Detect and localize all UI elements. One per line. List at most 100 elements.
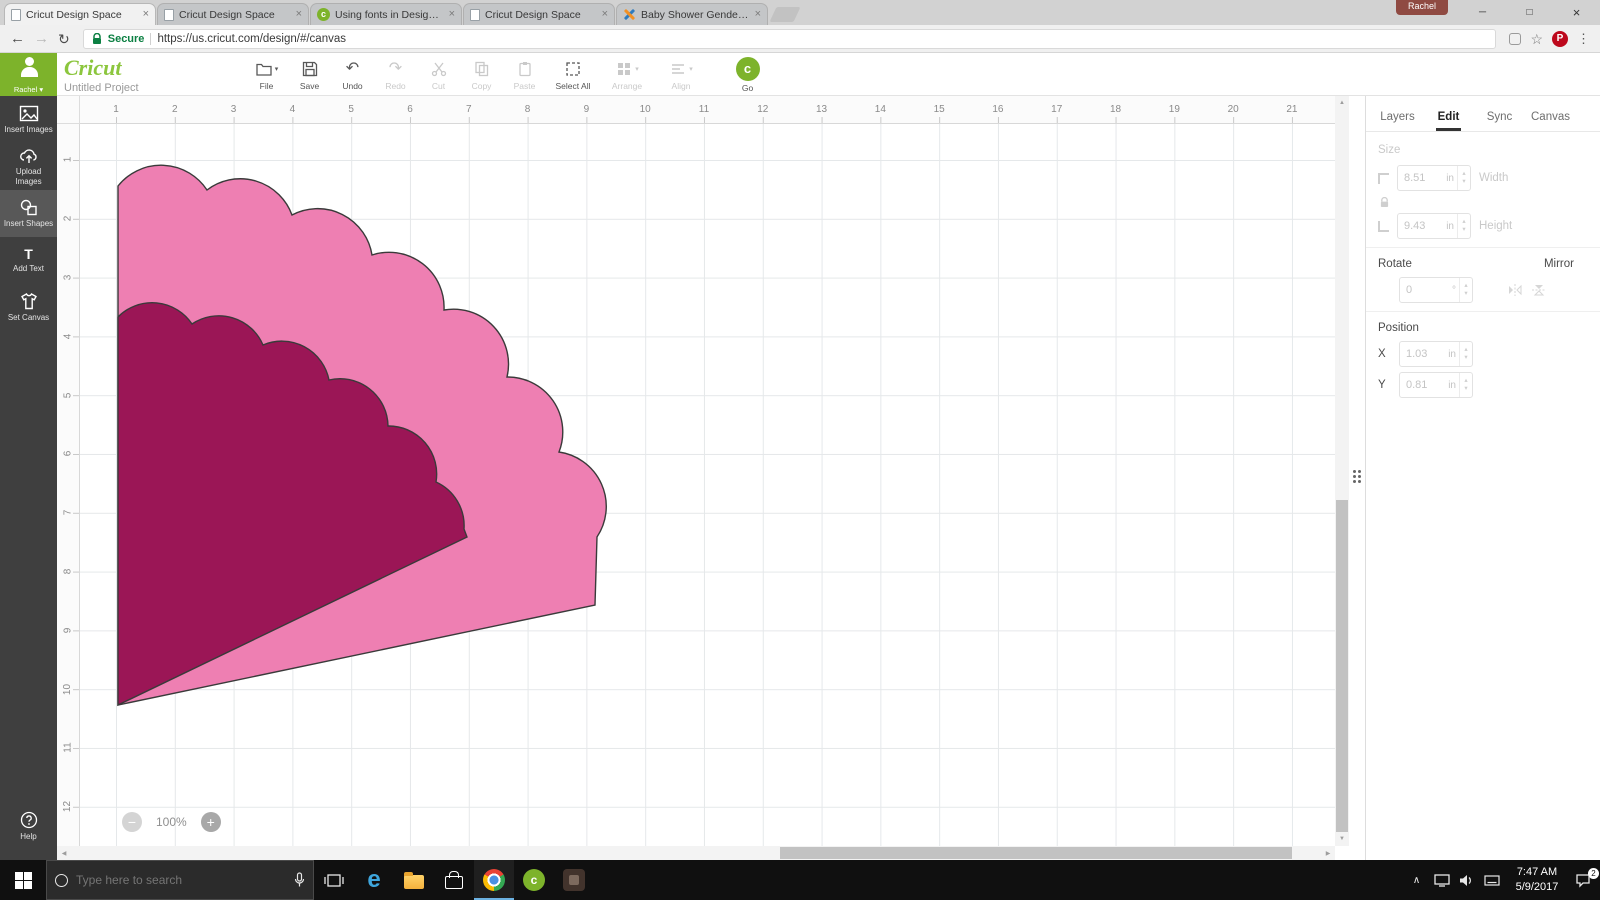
flip-vertical-icon[interactable]	[1531, 283, 1547, 297]
vertical-scrollbar[interactable]: ▲ ▼	[1335, 96, 1349, 846]
back-button[interactable]: ←	[10, 31, 25, 46]
volume-icon[interactable]	[1454, 860, 1479, 900]
file-button[interactable]: ▾ File	[245, 53, 288, 96]
tray-expand-icon[interactable]: ∧	[1404, 860, 1429, 900]
sidebar-item-help[interactable]: Help	[0, 803, 57, 850]
ruler-number: 16	[992, 104, 1004, 115]
sidebar-item-upload-images[interactable]: Upload Images	[0, 143, 57, 190]
forward-button[interactable]: →	[34, 31, 49, 46]
panel-resize-handle[interactable]	[1349, 96, 1365, 860]
aspect-lock[interactable]	[1380, 196, 1600, 208]
cut-button[interactable]: Cut	[417, 53, 460, 96]
rotate-input[interactable]: 0 ° ▴ ▾	[1399, 277, 1473, 303]
new-tab-button[interactable]	[769, 7, 801, 22]
zoom-out-button[interactable]: −	[122, 812, 142, 832]
caret-down-icon: ▾	[635, 65, 639, 73]
scroll-up-arrow[interactable]: ▲	[1335, 96, 1349, 110]
address-bar[interactable]: Secure https://us.cricut.com/design/#/ca…	[82, 28, 1497, 49]
store-icon[interactable]	[434, 860, 474, 900]
arrange-button[interactable]: ▾ Arrange	[600, 53, 654, 96]
tab-canvas[interactable]: Canvas	[1525, 96, 1576, 131]
tab-layers[interactable]: Layers	[1372, 96, 1423, 131]
taskbar-clock[interactable]: 7:47 AM 5/9/2017	[1504, 865, 1570, 895]
position-y-input[interactable]: 0.81 in ▴ ▾	[1399, 372, 1473, 398]
keyboard-icon[interactable]	[1479, 860, 1504, 900]
rotate-stepper[interactable]: ▴ ▾	[1459, 278, 1472, 302]
arrange-icon	[618, 62, 631, 75]
scroll-right-arrow[interactable]: ▶	[1321, 846, 1335, 860]
go-button[interactable]: c Go	[726, 53, 769, 96]
flip-horizontal-icon[interactable]	[1507, 283, 1523, 297]
tab-close-icon[interactable]: ×	[449, 9, 455, 20]
tab-close-icon[interactable]: ×	[296, 9, 302, 20]
app-icon[interactable]	[554, 860, 594, 900]
bookmark-star-icon[interactable]: ☆	[1530, 32, 1543, 46]
height-input[interactable]: 9.43 in ▴ ▾	[1397, 213, 1471, 239]
search-input[interactable]	[76, 873, 286, 887]
horizontal-scrollbar-thumb[interactable]	[780, 847, 1292, 859]
tab-title: Using fonts in Design Sp	[335, 8, 444, 21]
vertical-scrollbar-thumb[interactable]	[1336, 500, 1348, 832]
maximize-button[interactable]: □	[1506, 0, 1553, 25]
position-x-input[interactable]: 1.03 in ▴ ▾	[1399, 341, 1473, 367]
browser-tab-2[interactable]: Cricut Design Space ×	[157, 3, 309, 25]
security-label: Secure	[107, 32, 145, 45]
position-x-stepper[interactable]: ▴ ▾	[1459, 342, 1472, 366]
design-sidebar: Insert Images Upload Images Insert Shape…	[0, 96, 57, 860]
copy-button[interactable]: Copy	[460, 53, 503, 96]
chrome-icon[interactable]	[474, 860, 514, 900]
browser-tab-3[interactable]: c Using fonts in Design Sp ×	[310, 3, 462, 25]
tab-close-icon[interactable]: ×	[602, 9, 608, 20]
width-stepper[interactable]: ▴ ▾	[1457, 166, 1470, 190]
zoom-in-button[interactable]: +	[200, 812, 221, 832]
sidebar-item-insert-shapes[interactable]: Insert Shapes	[0, 190, 57, 237]
sidebar-item-set-canvas[interactable]: Set Canvas	[0, 284, 57, 331]
vertical-ruler: 1 2 3 4 5 6 7 8 9 10 11 12	[57, 124, 80, 846]
position-y-stepper[interactable]: ▴ ▾	[1459, 373, 1472, 397]
app-toolbar: ▾ File Save ↶ Undo ↷ Redo Cut Copy Paste…	[245, 53, 769, 96]
width-input[interactable]: 8.51 in ▴ ▾	[1397, 165, 1471, 191]
width-label: Width	[1479, 172, 1509, 184]
sidebar-item-add-text[interactable]: T Add Text	[0, 237, 57, 284]
sidebar-item-insert-images[interactable]: Insert Images	[0, 96, 57, 143]
zoom-control: − 100% +	[122, 812, 221, 832]
scroll-left-arrow[interactable]: ◀	[57, 846, 71, 860]
reload-button[interactable]: ↻	[58, 32, 70, 46]
horizontal-scrollbar[interactable]: ◀ ▶	[57, 846, 1335, 860]
position-x-row: X 1.03 in ▴ ▾	[1378, 341, 1600, 367]
redo-button[interactable]: ↷ Redo	[374, 53, 417, 96]
browser-tab-1[interactable]: Cricut Design Space ×	[4, 3, 156, 25]
browser-tab-5[interactable]: Baby Shower Gender Re ×	[616, 3, 768, 25]
user-avatar[interactable]: Rachel ▾	[0, 53, 57, 96]
design-canvas[interactable]: − 100% +	[80, 124, 1335, 846]
microphone-icon[interactable]	[294, 872, 305, 888]
close-window-button[interactable]: ×	[1553, 0, 1600, 25]
height-stepper[interactable]: ▴ ▾	[1457, 214, 1470, 238]
notification-center-icon[interactable]: 2	[1570, 860, 1599, 900]
extension-icon[interactable]	[1509, 32, 1522, 45]
scroll-down-arrow[interactable]: ▼	[1335, 832, 1349, 846]
edge-icon[interactable]: e	[354, 860, 394, 900]
browser-menu-icon[interactable]: ⋮	[1577, 32, 1590, 45]
start-button[interactable]	[0, 860, 46, 900]
tab-close-icon[interactable]: ×	[755, 9, 761, 20]
tab-close-icon[interactable]: ×	[143, 9, 149, 20]
url-text[interactable]: https://us.cricut.com/design/#/canvas	[157, 33, 346, 45]
ruler-number: 12	[62, 801, 74, 813]
tab-edit[interactable]: Edit	[1423, 96, 1474, 131]
save-button[interactable]: Save	[288, 53, 331, 96]
align-button[interactable]: ▾ Align	[654, 53, 708, 96]
file-explorer-icon[interactable]	[394, 860, 434, 900]
pinterest-icon[interactable]: P	[1552, 30, 1568, 47]
task-view-button[interactable]	[314, 860, 354, 900]
browser-tab-4[interactable]: Cricut Design Space ×	[463, 3, 615, 25]
paste-button[interactable]: Paste	[503, 53, 546, 96]
taskbar-search[interactable]	[46, 860, 314, 900]
chrome-profile-badge[interactable]: Rachel	[1395, 0, 1448, 15]
select-all-button[interactable]: Select All	[546, 53, 600, 96]
undo-button[interactable]: ↶ Undo	[331, 53, 374, 96]
network-icon[interactable]	[1429, 860, 1454, 900]
tab-sync[interactable]: Sync	[1474, 96, 1525, 131]
minimize-button[interactable]: ─	[1459, 0, 1506, 25]
cricut-app-icon[interactable]: c	[514, 860, 554, 900]
